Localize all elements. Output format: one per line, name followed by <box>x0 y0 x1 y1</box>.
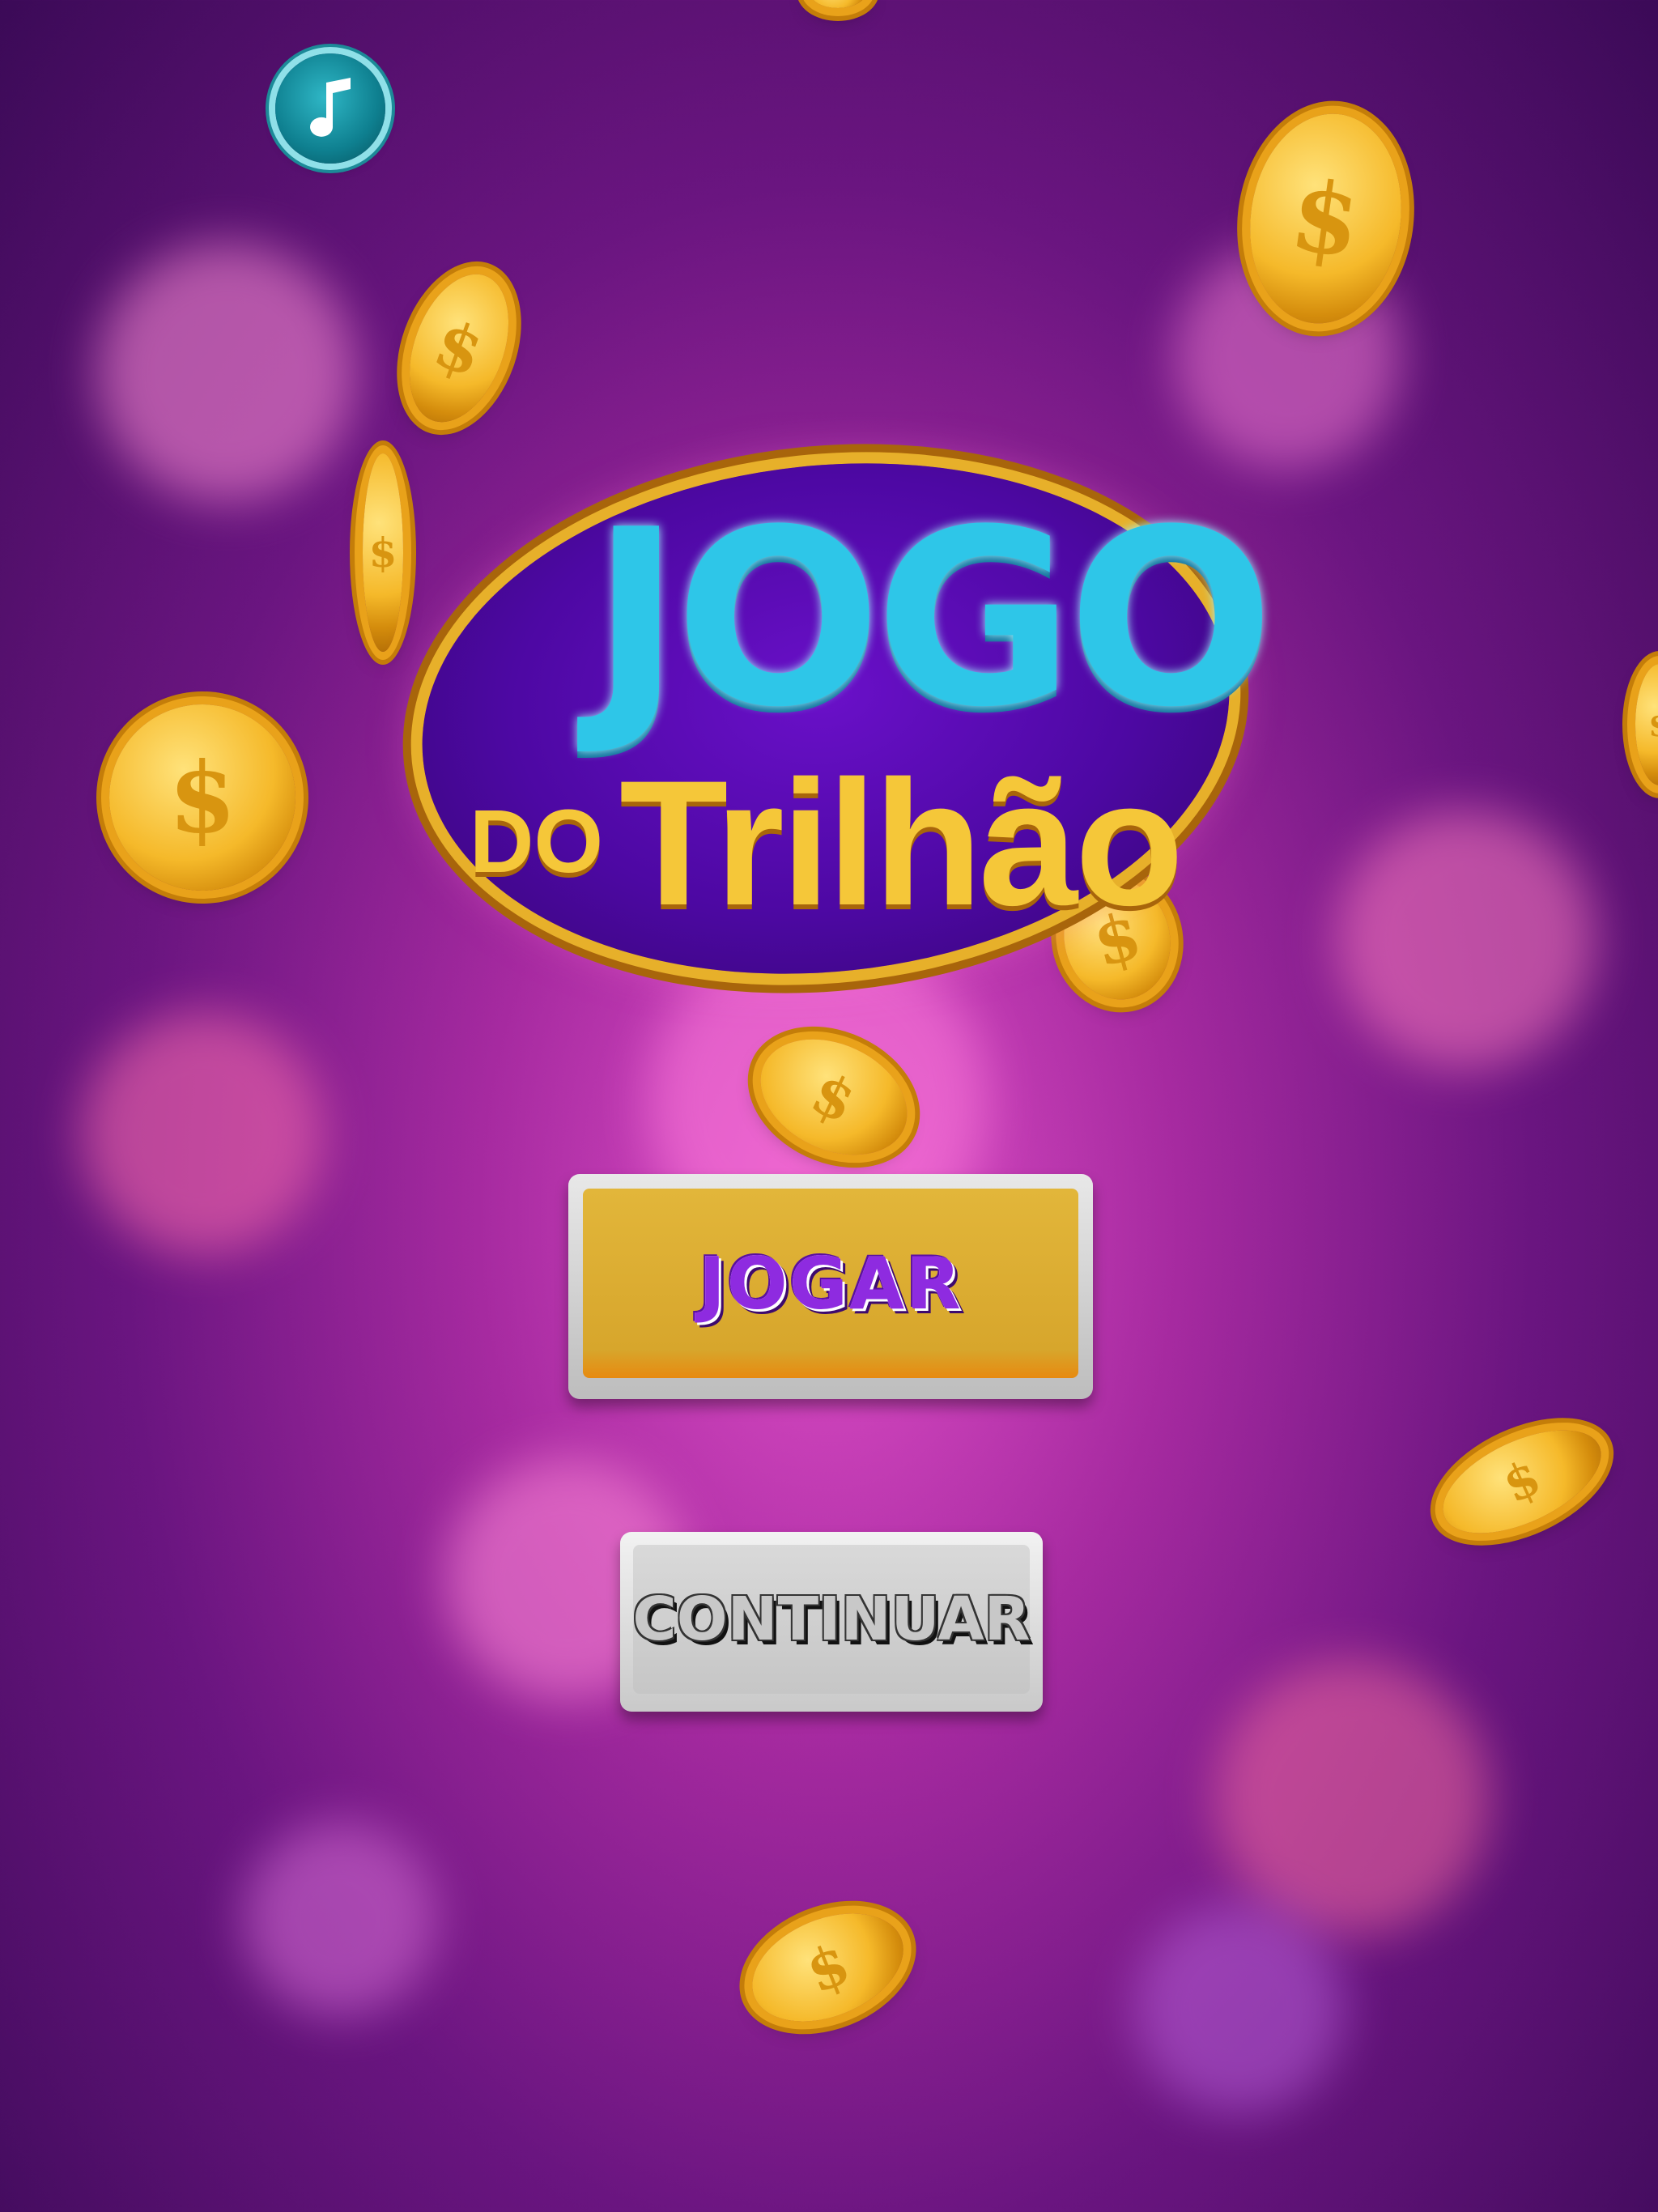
coin-icon: $ <box>109 704 295 891</box>
bokeh-light <box>97 243 356 502</box>
logo-title-line1: JOGO <box>591 478 1274 760</box>
logo-title-prefix: DO <box>470 792 603 891</box>
bokeh-light <box>1336 810 1595 1069</box>
music-toggle-button[interactable] <box>275 53 385 164</box>
coin-icon: $ <box>736 1892 920 2043</box>
bokeh-light <box>1214 1660 1490 1935</box>
continue-button[interactable]: CONTINUAR <box>620 1532 1043 1712</box>
play-button-face: JOGAR <box>583 1189 1078 1378</box>
coin-icon: $ <box>363 453 403 652</box>
coin-icon <box>810 0 866 8</box>
bokeh-light <box>81 1012 324 1255</box>
logo-title-line2: DOTrilhão <box>470 741 1184 946</box>
logo-title-main: Trilhão <box>619 743 1184 942</box>
coin-icon: $ <box>1635 664 1658 785</box>
music-note-icon <box>310 78 351 137</box>
bokeh-light <box>243 1822 437 2016</box>
coin-icon: $ <box>1427 1409 1617 1555</box>
play-button[interactable]: JOGAR <box>568 1174 1093 1399</box>
continue-button-face: CONTINUAR <box>632 1545 1031 1694</box>
play-button-label: JOGAR <box>699 1241 963 1325</box>
continue-button-label: CONTINUAR <box>632 1585 1031 1654</box>
coin-icon: $ <box>390 260 528 436</box>
game-logo: JOGO DOTrilhão <box>397 424 1274 1013</box>
bokeh-light <box>1133 1903 1344 2113</box>
